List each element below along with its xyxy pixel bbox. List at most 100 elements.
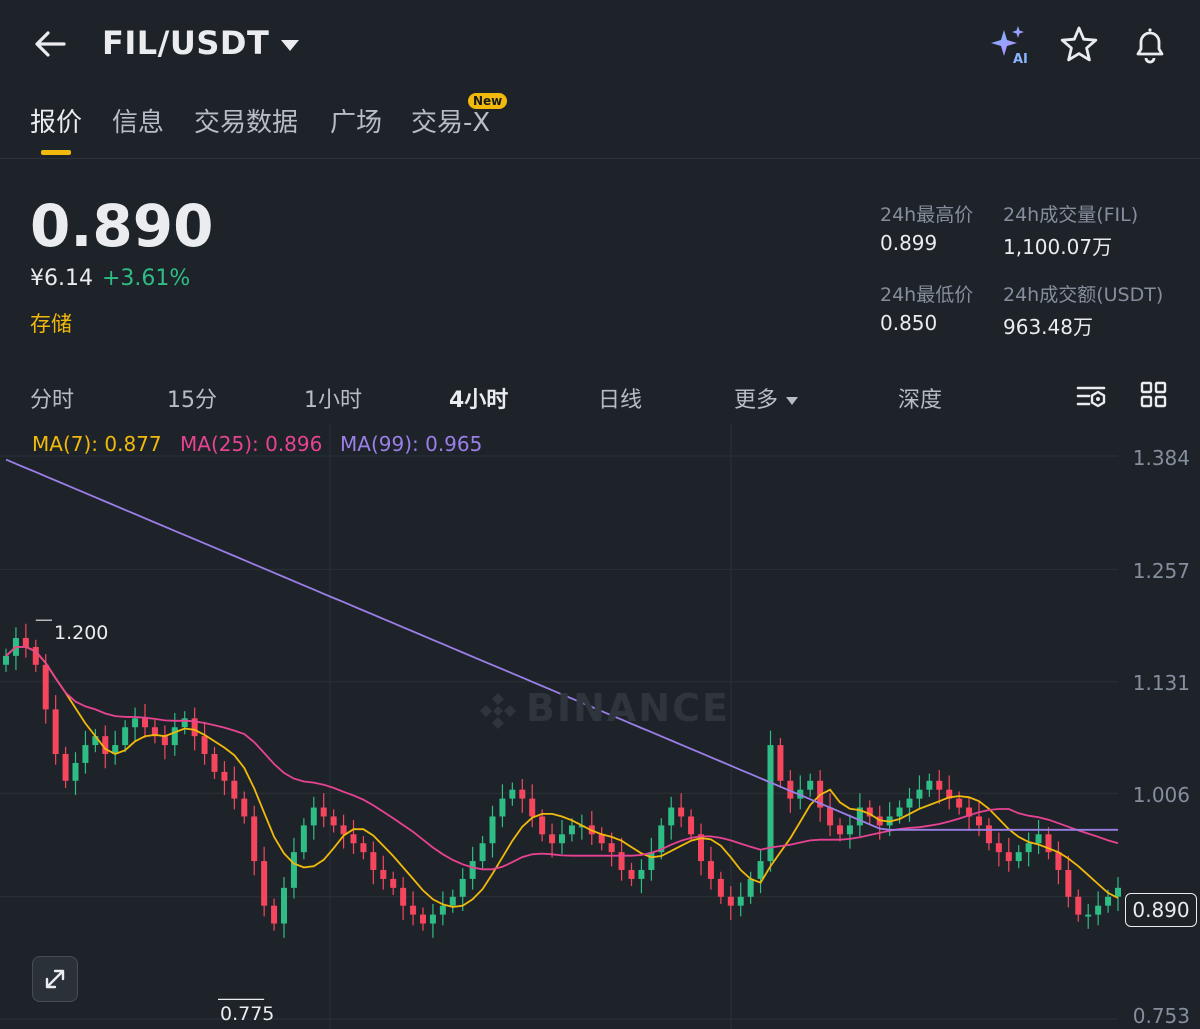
candle-body [82, 745, 89, 763]
chevron-down-icon [786, 397, 799, 405]
layout-grid-icon[interactable] [1139, 380, 1169, 410]
last-price-tag: 0.890 [1125, 893, 1197, 927]
candle-body [1055, 852, 1062, 870]
candlestick-chart[interactable]: BINANCE MA(7): 0.877 MA(25): 0.896 MA(99… [0, 424, 1200, 1029]
candle-body [1065, 869, 1072, 897]
candle-body [807, 780, 814, 790]
candle-body [1105, 896, 1112, 906]
tab-trading-data[interactable]: 交易数据 [194, 102, 298, 139]
candle-body [936, 780, 943, 790]
tab-square[interactable]: 广场 [330, 102, 382, 139]
chevron-down-icon [281, 39, 300, 51]
indicator-settings-icon[interactable] [1075, 380, 1109, 414]
candle-body [132, 718, 139, 728]
tab-quote[interactable]: 报价 [30, 102, 82, 139]
stat-24h-volume-label: 24h成交量(FIL) [1003, 204, 1139, 226]
candle-body [707, 861, 714, 879]
candle-body [1005, 852, 1012, 862]
y-tick-label: 1.131 [1132, 671, 1190, 695]
y-tick-label: 1.384 [1132, 446, 1190, 470]
interval-depth[interactable]: 深度 [898, 382, 942, 414]
interval-4h[interactable]: 4小时 [449, 382, 508, 414]
candle-body [429, 914, 436, 924]
candle-body [122, 727, 129, 746]
candle-body [1025, 843, 1032, 853]
candle-body [1115, 887, 1121, 897]
interval-15m[interactable]: 15分 [167, 382, 217, 414]
candle-body [142, 718, 148, 728]
candle-body [529, 798, 536, 817]
candle-body [767, 745, 774, 862]
candle-body [330, 816, 337, 826]
low-marker-label: 0.775 [220, 1003, 275, 1025]
stat-24h-turnover-label: 24h成交额(USDT) [1003, 284, 1164, 306]
candle-body [568, 825, 575, 835]
bell-icon[interactable] [1129, 24, 1171, 66]
candle-body [449, 896, 456, 906]
candle-body [420, 914, 426, 924]
candle-body [648, 852, 655, 870]
candle-body [559, 834, 565, 844]
candle-body [320, 807, 327, 817]
candle-body [678, 807, 685, 817]
interval-1h[interactable]: 1小时 [304, 382, 362, 414]
candle-body [1015, 852, 1022, 862]
ai-label: AI [1013, 52, 1028, 66]
candle-body [62, 754, 69, 781]
candle-body [737, 896, 744, 906]
candle-body [360, 843, 367, 853]
candle-body [846, 825, 853, 835]
candle-body [231, 780, 238, 799]
candle-body [976, 816, 982, 826]
candle-body [1035, 834, 1042, 844]
candle-body [499, 798, 506, 817]
candle-body [777, 745, 784, 781]
candle-body [668, 807, 675, 826]
candle-body [181, 718, 188, 728]
stat-24h-high-value: 0.899 [880, 231, 938, 255]
new-badge: New [468, 93, 508, 109]
candle-body [995, 843, 1002, 853]
interval-time[interactable]: 分时 [30, 382, 74, 414]
stat-24h-low-value: 0.850 [880, 311, 938, 335]
candle-body [400, 887, 407, 906]
y-tick-label: 0.753 [1132, 1004, 1190, 1028]
candle-body [22, 638, 29, 647]
candle-body [72, 762, 79, 781]
candle-body [300, 825, 307, 853]
candle-body [906, 798, 913, 808]
candle-body [1085, 914, 1092, 917]
pair-selector[interactable]: FIL/USDT [102, 24, 300, 62]
category-tag[interactable]: 存储 [30, 308, 72, 338]
interval-more[interactable]: 更多 [734, 382, 799, 414]
candle-body [916, 789, 923, 799]
candle-body [271, 905, 278, 924]
candle-body [221, 771, 228, 781]
ma25-label: MA(25): 0.896 [180, 432, 323, 456]
candle-body [370, 852, 377, 870]
extreme-markers [35, 619, 265, 1000]
candle-body [390, 878, 397, 888]
candle-body [926, 780, 933, 790]
back-arrow-icon[interactable] [30, 22, 70, 66]
interval-1d[interactable]: 日线 [598, 382, 642, 414]
y-tick-label: 1.257 [1132, 559, 1190, 583]
candle-body [549, 834, 556, 844]
fullscreen-expand-icon[interactable] [32, 956, 78, 1002]
y-tick-label: 1.006 [1132, 783, 1190, 807]
candle-body [340, 825, 347, 835]
candle-body [717, 878, 724, 897]
tab-info[interactable]: 信息 [112, 102, 164, 139]
candle-body [52, 709, 59, 755]
ai-sparkle-icon[interactable]: AI [988, 24, 1030, 67]
candle-body [608, 843, 615, 853]
candle-body [251, 816, 258, 862]
stat-24h-high-label: 24h最高价 [880, 204, 974, 226]
ma99-label: MA(99): 0.965 [340, 432, 483, 456]
candle-body [410, 905, 417, 915]
candle-body [42, 664, 49, 710]
candle-series [3, 623, 1121, 938]
candle-body [747, 878, 754, 897]
candle-body [459, 878, 466, 897]
star-icon[interactable] [1058, 24, 1100, 66]
